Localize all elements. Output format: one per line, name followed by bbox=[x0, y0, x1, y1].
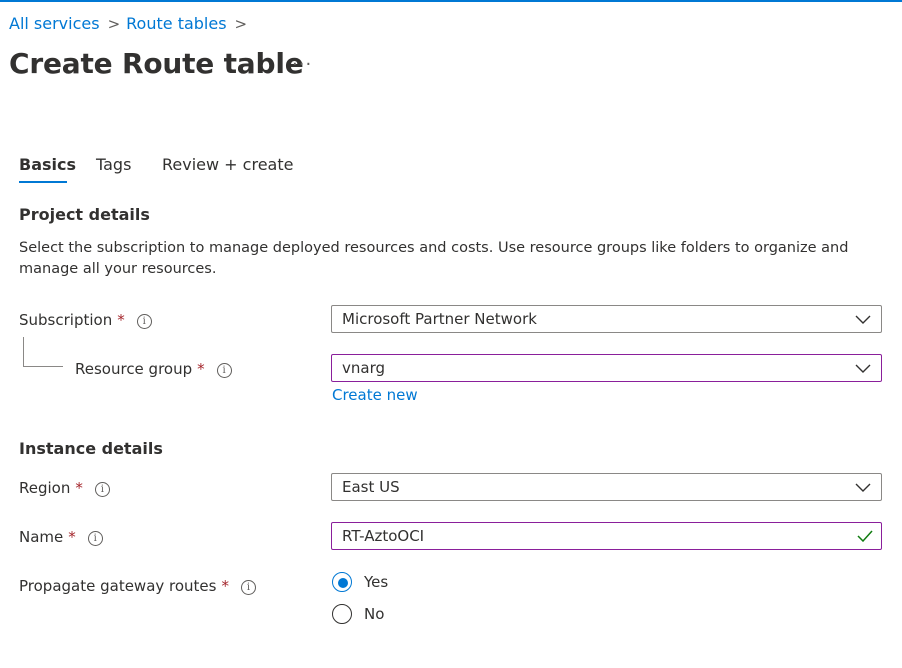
info-icon[interactable]: i bbox=[87, 531, 103, 546]
radio-no-label: No bbox=[364, 605, 385, 623]
breadcrumb-all-services[interactable]: All services bbox=[9, 14, 100, 33]
radio-dot bbox=[338, 578, 348, 588]
resource-group-dropdown[interactable]: vnarg bbox=[331, 354, 882, 382]
radio-circle bbox=[332, 604, 352, 624]
region-label: Region * i bbox=[19, 479, 110, 497]
subscription-label: Subscription * i bbox=[19, 311, 152, 329]
tree-connector-vertical bbox=[23, 337, 24, 366]
chevron-down-icon bbox=[855, 315, 871, 324]
name-label-text: Name bbox=[19, 528, 64, 546]
radio-circle-selected bbox=[332, 572, 352, 592]
instance-details-heading: Instance details bbox=[19, 439, 163, 458]
region-label-text: Region bbox=[19, 479, 71, 497]
info-icon[interactable]: i bbox=[94, 482, 110, 497]
page-title: Create Route table bbox=[9, 47, 304, 80]
subscription-label-text: Subscription bbox=[19, 311, 113, 329]
radio-yes-label: Yes bbox=[364, 573, 389, 591]
project-details-description: Select the subscription to manage deploy… bbox=[19, 240, 849, 277]
subscription-value: Microsoft Partner Network bbox=[342, 310, 537, 328]
name-value: RT-AztoOCI bbox=[342, 527, 425, 545]
required-marker: * bbox=[68, 528, 76, 546]
breadcrumb: All services > Route tables > bbox=[9, 14, 253, 33]
tab-label: Basics bbox=[19, 155, 77, 174]
chevron-down-icon bbox=[855, 364, 871, 373]
create-new-link[interactable]: Create new bbox=[332, 386, 418, 404]
tab-review-create[interactable]: Review + create bbox=[162, 155, 293, 174]
tab-tags[interactable]: Tags bbox=[96, 155, 131, 174]
check-icon bbox=[857, 530, 873, 542]
propagate-label-text: Propagate gateway routes bbox=[19, 577, 217, 595]
required-marker: * bbox=[75, 479, 83, 497]
project-details-heading: Project details bbox=[19, 205, 150, 224]
breadcrumb-route-tables[interactable]: Route tables bbox=[126, 14, 226, 33]
tree-connector-horizontal bbox=[23, 366, 63, 367]
subscription-dropdown[interactable]: Microsoft Partner Network bbox=[331, 305, 882, 333]
region-dropdown[interactable]: East US bbox=[331, 473, 882, 501]
propagate-gateway-routes-label: Propagate gateway routes * i bbox=[19, 577, 256, 595]
resource-group-label-text: Resource group bbox=[75, 360, 193, 378]
required-marker: * bbox=[197, 360, 205, 378]
tab-basics[interactable]: Basics bbox=[19, 155, 77, 183]
resource-group-value: vnarg bbox=[342, 359, 386, 377]
name-label: Name * i bbox=[19, 528, 103, 546]
active-tab-indicator bbox=[19, 181, 67, 183]
name-input[interactable]: RT-AztoOCI bbox=[331, 522, 882, 550]
info-icon[interactable]: i bbox=[136, 314, 152, 329]
required-marker: * bbox=[221, 577, 229, 595]
breadcrumb-separator: > bbox=[107, 15, 121, 33]
more-options-icon[interactable]: ··· bbox=[292, 54, 312, 75]
region-value: East US bbox=[342, 478, 400, 496]
breadcrumb-separator: > bbox=[234, 15, 248, 33]
resource-group-label: Resource group * i bbox=[75, 360, 232, 378]
top-accent-line bbox=[0, 0, 902, 2]
required-marker: * bbox=[117, 311, 125, 329]
info-icon[interactable]: i bbox=[240, 580, 256, 595]
info-icon[interactable]: i bbox=[216, 363, 232, 378]
chevron-down-icon bbox=[855, 483, 871, 492]
